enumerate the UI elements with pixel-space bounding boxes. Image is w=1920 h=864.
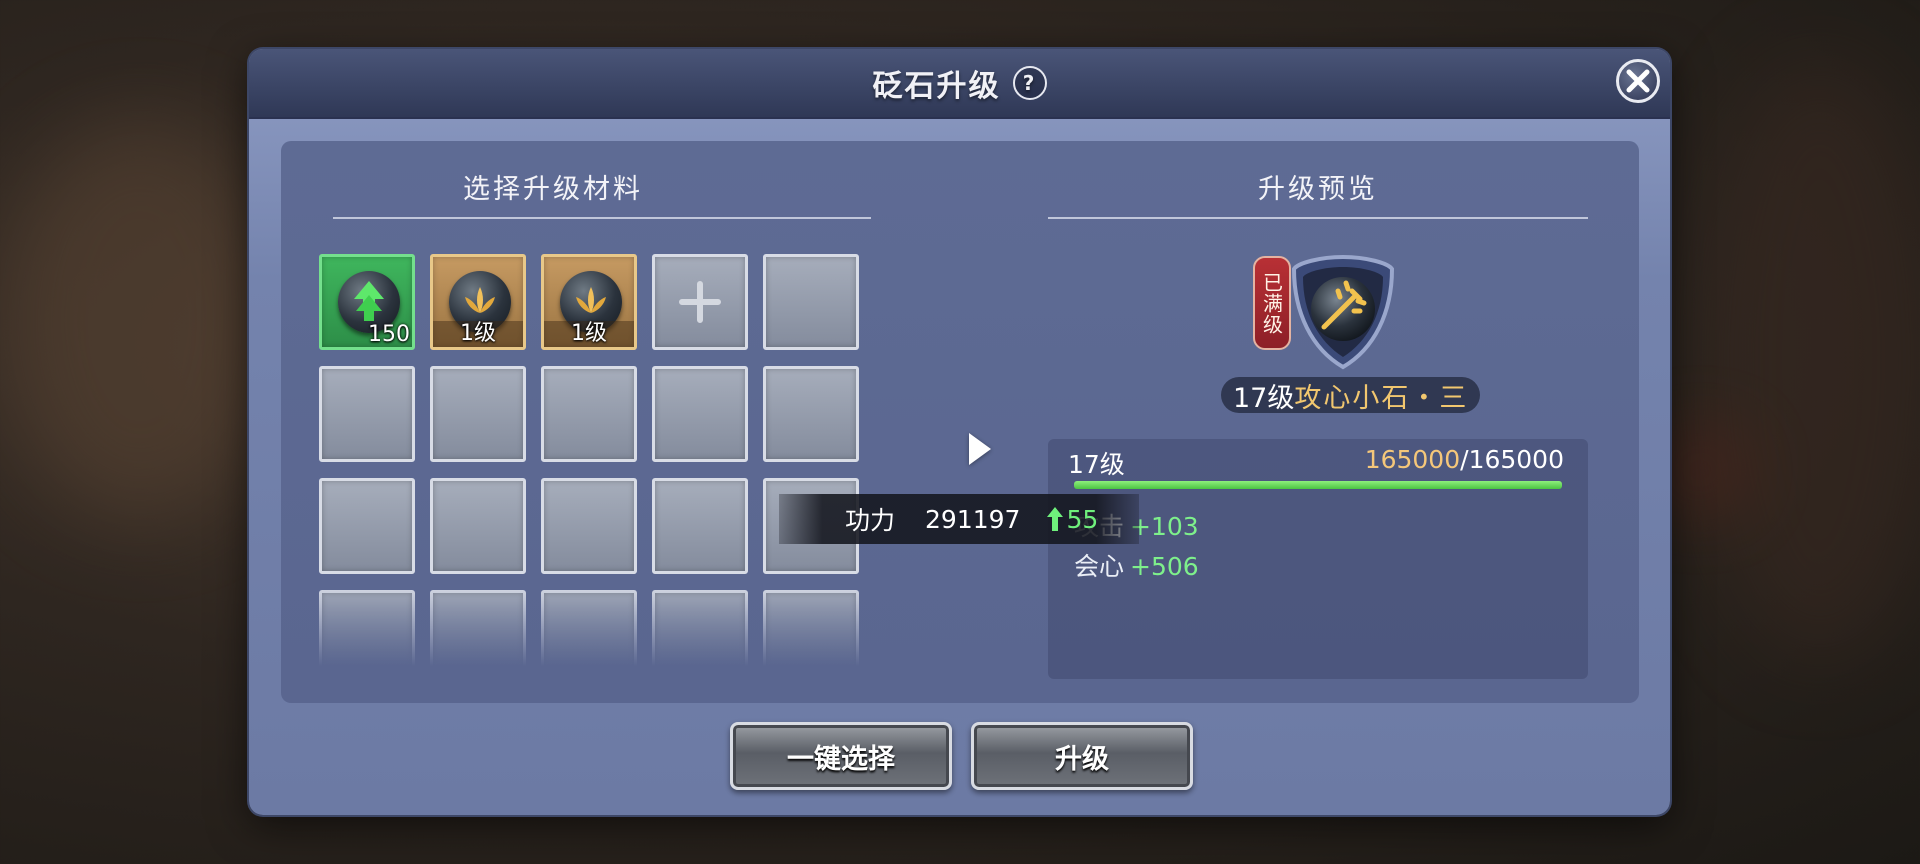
max-level-badge: 已满级 xyxy=(1253,256,1291,350)
empty-slot[interactable] xyxy=(541,366,637,462)
power-increase: 55 xyxy=(1046,505,1098,534)
material-slot-3[interactable]: 1级 xyxy=(541,254,637,350)
stat-value: +103 xyxy=(1130,512,1199,541)
material-slot-2[interactable]: 1级 xyxy=(430,254,526,350)
help-icon[interactable]: ? xyxy=(1012,66,1047,100)
stat-value: +506 xyxy=(1130,552,1199,581)
stats-panel: 17级 165000/165000 攻击+103 会心+506 xyxy=(1048,439,1588,679)
exp-max: 165000 xyxy=(1468,445,1564,474)
empty-slot[interactable] xyxy=(763,590,859,666)
materials-divider xyxy=(333,217,871,219)
preview-divider xyxy=(1048,217,1588,219)
exp-readout: 165000/165000 xyxy=(1365,445,1564,474)
material-grid: 150 1级 1级 xyxy=(319,254,889,666)
exp-separator: / xyxy=(1460,445,1469,474)
empty-slot[interactable] xyxy=(763,366,859,462)
title-bar: 砭石升级 ? xyxy=(249,49,1670,119)
empty-slot[interactable] xyxy=(430,590,526,666)
auto-select-button[interactable]: 一键选择 xyxy=(730,722,952,790)
empty-slot[interactable] xyxy=(541,590,637,666)
upgrade-dialog: 砭石升级 ? 选择升级材料 升级预览 150 1级 1级 已满级 17级 攻心小… xyxy=(249,49,1670,815)
empty-slot[interactable] xyxy=(319,478,415,574)
sword-gem-icon xyxy=(1291,254,1395,370)
empty-slot[interactable] xyxy=(652,478,748,574)
dialog-title: 砭石升级 ? xyxy=(249,61,1670,105)
empty-slot[interactable] xyxy=(763,254,859,350)
empty-slot[interactable] xyxy=(319,590,415,666)
plus-icon xyxy=(679,281,721,323)
empty-slot[interactable] xyxy=(430,478,526,574)
power-label: 功力 xyxy=(845,506,896,535)
arrow-right-icon xyxy=(969,433,991,465)
stone-name-pill: 17级 攻心小石・三 xyxy=(1221,377,1481,414)
empty-slot[interactable] xyxy=(430,366,526,462)
add-material-slot[interactable] xyxy=(652,254,748,350)
material-level: 1级 xyxy=(433,321,523,347)
upgrade-button[interactable]: 升级 xyxy=(971,722,1193,790)
content-panel: 选择升级材料 升级预览 150 1级 1级 已满级 17级 攻心小石・三 17级… xyxy=(281,141,1639,703)
power-value: 291197 xyxy=(925,504,1021,534)
stat-name: 会心 xyxy=(1074,552,1125,581)
material-quantity: 150 xyxy=(368,322,410,347)
current-level: 17级 xyxy=(1068,450,1125,479)
exp-current: 165000 xyxy=(1364,445,1461,474)
exp-progress-fill xyxy=(1074,481,1562,489)
stone-level: 17级 xyxy=(1233,382,1295,414)
power-increase-value: 55 xyxy=(1066,504,1099,534)
close-icon xyxy=(1626,69,1650,93)
arrow-up-icon xyxy=(1047,507,1064,531)
material-level: 1级 xyxy=(544,321,634,347)
preview-title: 升级预览 xyxy=(1258,174,1378,205)
empty-slot[interactable] xyxy=(652,366,748,462)
empty-slot[interactable] xyxy=(541,478,637,574)
material-slot-1[interactable]: 150 xyxy=(319,254,415,350)
empty-slot[interactable] xyxy=(319,366,415,462)
empty-slot[interactable] xyxy=(652,590,748,666)
dialog-title-text: 砭石升级 xyxy=(872,69,1001,104)
exp-progress-bar xyxy=(1074,481,1562,489)
stat-row-crit: 会心 +506 xyxy=(1074,547,1199,583)
close-button[interactable] xyxy=(1616,59,1660,103)
stone-name: 攻心小石・三 xyxy=(1294,382,1469,414)
materials-title: 选择升级材料 xyxy=(463,174,643,205)
power-tooltip: 功力 291197 55 xyxy=(779,494,1139,544)
